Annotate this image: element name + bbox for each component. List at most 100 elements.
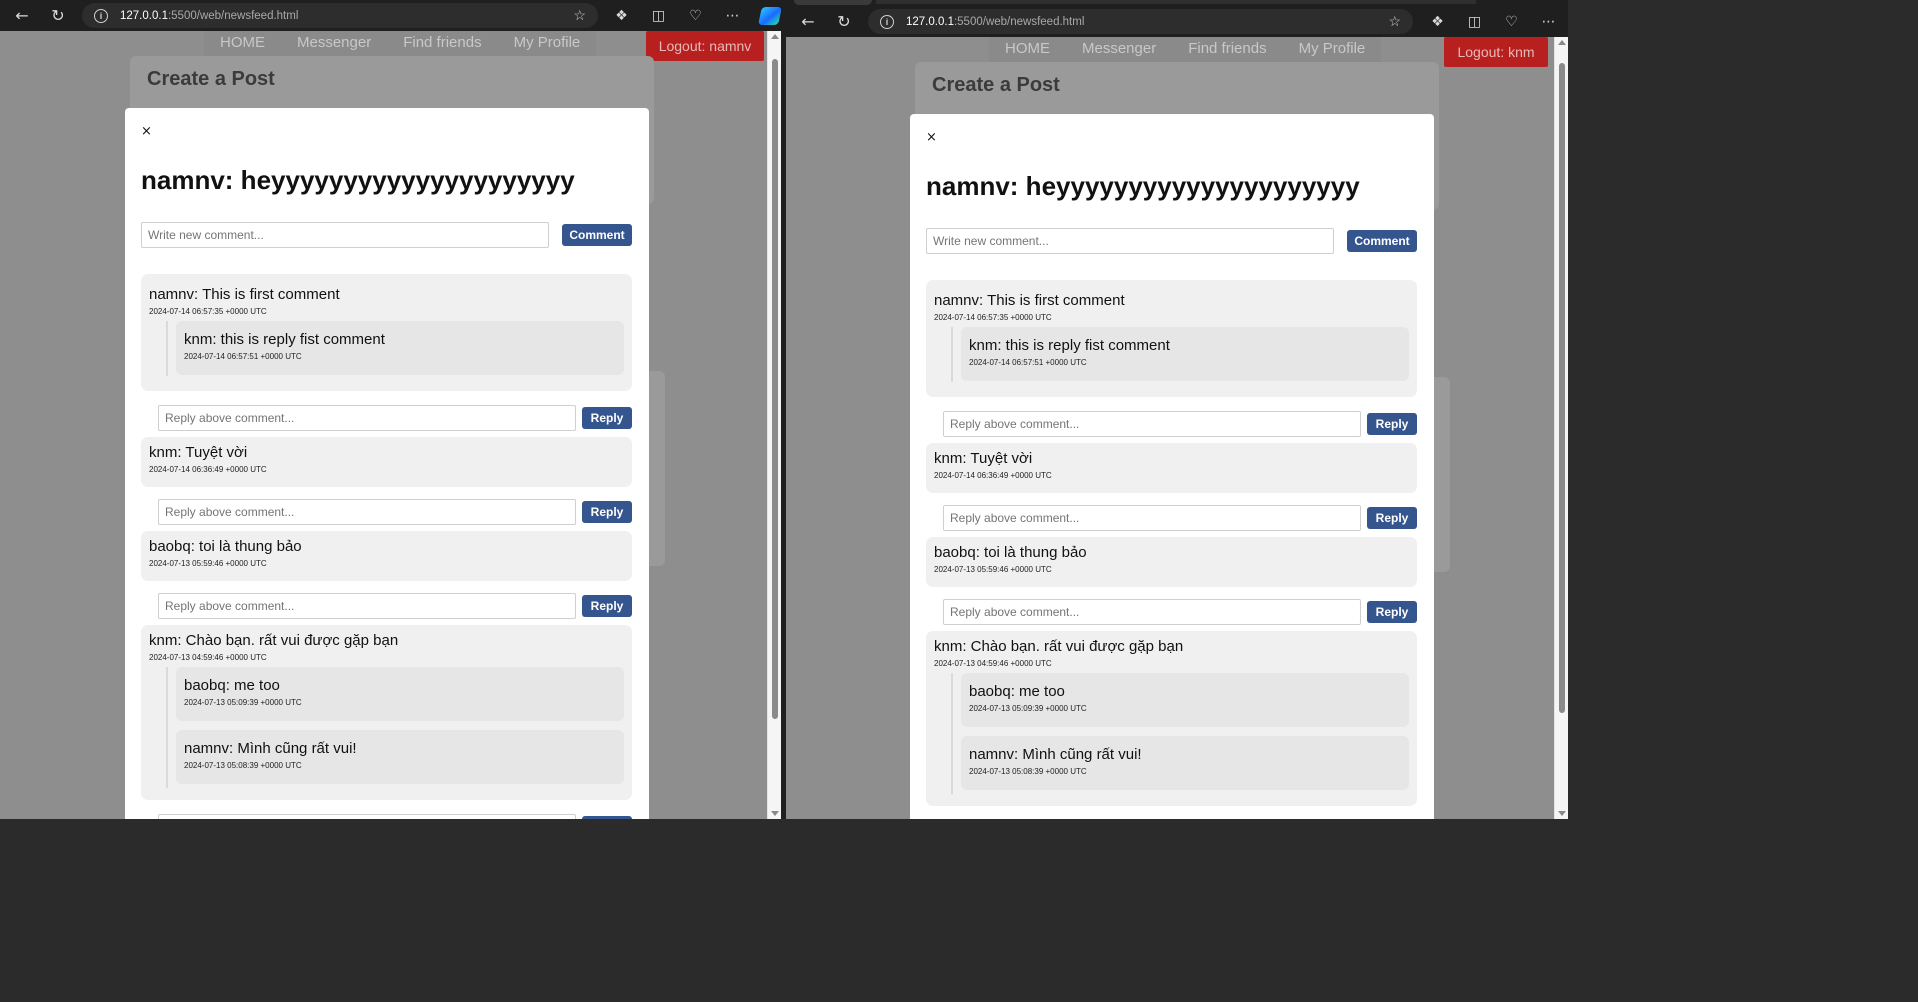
reply-button[interactable]: Reply	[582, 501, 632, 523]
comment-input[interactable]: Write new comment...	[926, 228, 1334, 254]
site-info-icon[interactable]: i	[880, 14, 894, 29]
reply-input[interactable]: Reply above comment...	[158, 499, 576, 525]
reply-button[interactable]: Reply	[582, 407, 632, 429]
reply-box: knm: this is reply fist comment 2024-07-…	[961, 327, 1409, 381]
comment-box: namnv: This is first comment 2024-07-14 …	[926, 280, 1417, 397]
comment-date: 2024-07-13 04:59:46 +0000 UTC	[149, 653, 267, 662]
favorite-star-icon[interactable]: ☆	[1388, 13, 1401, 30]
reply-thread: knm: this is reply fist comment 2024-07-…	[166, 321, 624, 376]
extensions-icon[interactable]: ❖	[1419, 8, 1456, 36]
comment-date: 2024-07-13 05:59:46 +0000 UTC	[149, 559, 267, 568]
nav-home[interactable]: HOME	[204, 31, 281, 56]
reply-input[interactable]: Reply above comment...	[158, 405, 576, 431]
comment-text: namnv: This is first comment	[149, 286, 340, 303]
page-scrollbar[interactable]	[767, 31, 781, 819]
reply-input[interactable]: Reply above comment...	[943, 599, 1361, 625]
site-info-icon[interactable]: i	[94, 8, 108, 23]
comment-text: baobq: toi là thung bảo	[934, 544, 1087, 561]
browser-essentials-icon[interactable]: ♡	[1493, 8, 1530, 36]
comment-date: 2024-07-14 06:57:35 +0000 UTC	[934, 313, 1052, 322]
nav-find-friends[interactable]: Find friends	[1172, 37, 1282, 62]
address-bar[interactable]: i 127.0.0.1:5500/web/newsfeed.html ☆	[82, 3, 598, 28]
nav-home[interactable]: HOME	[989, 37, 1066, 62]
url-host: 127.0.0.1	[906, 15, 954, 28]
scroll-up-arrow-icon[interactable]	[771, 34, 779, 39]
reply-input[interactable]: Reply above comment...	[943, 505, 1361, 531]
nav-my-profile[interactable]: My Profile	[498, 31, 597, 56]
comments-modal: × namnv: heyyyyyyyyyyyyyyyyyyyyy Write n…	[125, 108, 649, 819]
tab-strip-background	[876, 0, 1476, 4]
comment-text: knm: Tuyệt vời	[149, 444, 248, 461]
reply-text: knm: this is reply fist comment	[969, 337, 1170, 354]
top-nav: HOME Messenger Find friends My Profile	[989, 37, 1382, 62]
reply-date: 2024-07-14 06:57:51 +0000 UTC	[184, 352, 302, 361]
browser-essentials-icon[interactable]: ♡	[677, 2, 714, 30]
nav-find-friends[interactable]: Find friends	[387, 31, 497, 56]
close-icon[interactable]: ×	[141, 124, 152, 139]
comment-input[interactable]: Write new comment...	[141, 222, 549, 248]
reply-box: baobq: me too 2024-07-13 05:09:39 +0000 …	[961, 673, 1409, 727]
comment-date: 2024-07-14 06:36:49 +0000 UTC	[934, 471, 1052, 480]
comment-box: knm: Tuyệt vời 2024-07-14 06:36:49 +0000…	[141, 437, 632, 487]
reply-button[interactable]: Reply	[1367, 601, 1417, 623]
split-screen-icon[interactable]: ◫	[640, 2, 677, 30]
reply-date: 2024-07-13 05:09:39 +0000 UTC	[969, 704, 1087, 713]
comment-button[interactable]: Comment	[562, 224, 632, 246]
logout-button[interactable]: Logout: knm	[1444, 37, 1548, 67]
reply-button[interactable]: Reply	[1367, 507, 1417, 529]
reply-input[interactable]	[158, 814, 576, 819]
scroll-down-arrow-icon[interactable]	[771, 811, 779, 816]
reply-box: namnv: Mình cũng rất vui! 2024-07-13 05:…	[176, 730, 624, 784]
comment-button[interactable]: Comment	[1347, 230, 1417, 252]
comment-box: baobq: toi là thung bảo 2024-07-13 05:59…	[141, 531, 632, 581]
comment-box: namnv: This is first comment 2024-07-14 …	[141, 274, 632, 391]
split-screen-icon[interactable]: ◫	[1456, 8, 1493, 36]
logout-button[interactable]: Logout: namnv	[646, 31, 764, 61]
post-title: namnv: heyyyyyyyyyyyyyyyyyyyyy	[926, 171, 1360, 201]
url-host: 127.0.0.1	[120, 9, 168, 22]
comment-box: knm: Tuyệt vời 2024-07-14 06:36:49 +0000…	[926, 443, 1417, 493]
comment-date: 2024-07-14 06:57:35 +0000 UTC	[149, 307, 267, 316]
reply-text: namnv: Mình cũng rất vui!	[184, 740, 357, 757]
browser-tab[interactable]	[794, 0, 872, 5]
back-arrow-icon[interactable]: ←	[7, 2, 37, 30]
page-viewport: HOME Messenger Find friends My Profile L…	[786, 37, 1554, 819]
create-post-title: Create a Post	[932, 74, 1060, 96]
extensions-icon[interactable]: ❖	[603, 2, 640, 30]
comment-box: knm: Chào bạn. rất vui được gặp bạn 2024…	[141, 625, 632, 800]
nav-messenger[interactable]: Messenger	[281, 31, 387, 56]
reload-icon[interactable]: ↻	[43, 2, 73, 30]
reply-box: baobq: me too 2024-07-13 05:09:39 +0000 …	[176, 667, 624, 721]
comments-modal: × namnv: heyyyyyyyyyyyyyyyyyyyyy Write n…	[910, 114, 1434, 819]
reply-thread: baobq: me too 2024-07-13 05:09:39 +0000 …	[951, 673, 1409, 794]
nav-my-profile[interactable]: My Profile	[1283, 37, 1382, 62]
url-path: :5500/web/newsfeed.html	[167, 9, 299, 22]
post-title: namnv: heyyyyyyyyyyyyyyyyyyyyy	[141, 165, 575, 195]
copilot-icon[interactable]	[751, 2, 781, 30]
more-menu-icon[interactable]: ⋯	[714, 2, 751, 30]
address-bar[interactable]: i 127.0.0.1:5500/web/newsfeed.html ☆	[868, 9, 1413, 34]
reply-box: knm: this is reply fist comment 2024-07-…	[176, 321, 624, 375]
back-arrow-icon[interactable]: ←	[793, 8, 823, 36]
reply-button[interactable]: Reply	[1367, 413, 1417, 435]
reload-icon[interactable]: ↻	[829, 8, 859, 36]
nav-messenger[interactable]: Messenger	[1066, 37, 1172, 62]
reply-input[interactable]: Reply above comment...	[158, 593, 576, 619]
comment-text: baobq: toi là thung bảo	[149, 538, 302, 555]
page-scrollbar[interactable]	[1554, 37, 1568, 819]
scroll-down-arrow-icon[interactable]	[1558, 811, 1566, 816]
more-menu-icon[interactable]: ⋯	[1530, 8, 1567, 36]
scroll-up-arrow-icon[interactable]	[1558, 40, 1566, 45]
scrollbar-thumb[interactable]	[772, 58, 778, 719]
favorite-star-icon[interactable]: ☆	[573, 7, 586, 24]
reply-text: namnv: Mình cũng rất vui!	[969, 746, 1142, 763]
reply-button[interactable]	[582, 816, 632, 819]
page-viewport: HOME Messenger Find friends My Profile L…	[0, 31, 767, 819]
scrollbar-thumb[interactable]	[1559, 63, 1565, 713]
reply-button[interactable]: Reply	[582, 595, 632, 617]
close-icon[interactable]: ×	[926, 130, 937, 145]
reply-input[interactable]: Reply above comment...	[943, 411, 1361, 437]
comment-text: namnv: This is first comment	[934, 292, 1125, 309]
reply-thread: baobq: me too 2024-07-13 05:09:39 +0000 …	[166, 667, 624, 788]
comment-text: knm: Chào bạn. rất vui được gặp bạn	[149, 632, 399, 649]
